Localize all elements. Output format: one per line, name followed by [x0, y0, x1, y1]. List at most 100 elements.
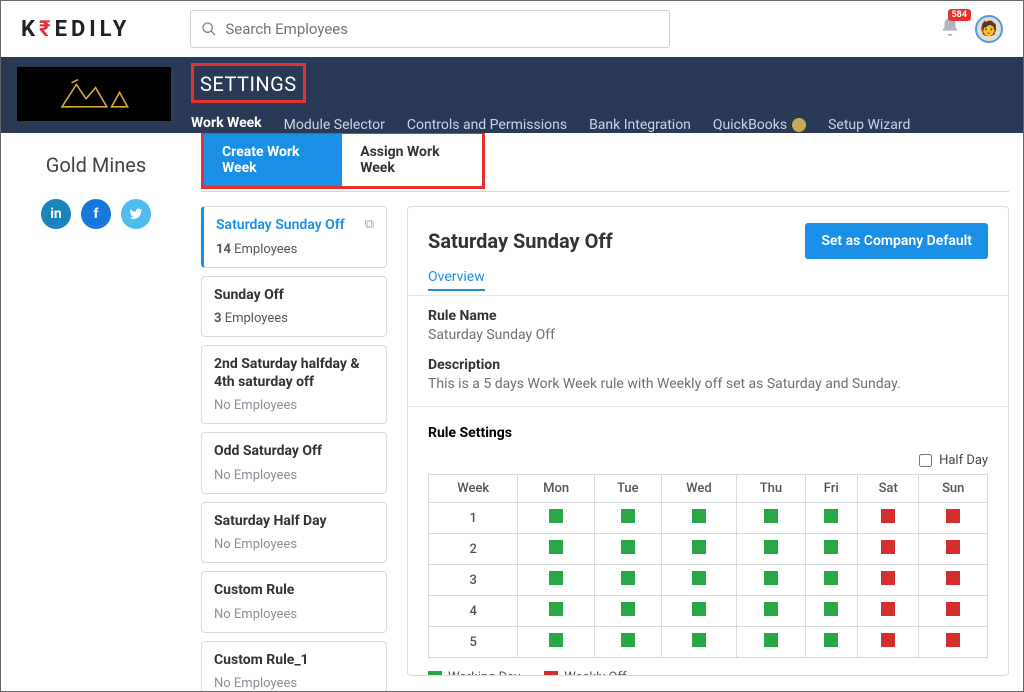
- day-cell[interactable]: [919, 627, 988, 658]
- day-status-icon: [549, 509, 563, 523]
- day-status-icon: [881, 571, 895, 585]
- day-cell[interactable]: [661, 565, 736, 596]
- week-header: Tue: [594, 475, 661, 503]
- rule-card-meta: No Employees: [214, 537, 374, 552]
- overview-tab[interactable]: Overview: [428, 269, 485, 291]
- day-cell[interactable]: [857, 596, 919, 627]
- day-status-icon: [692, 633, 706, 647]
- week-grid: WeekMonTueWedThuFriSatSun 12345: [428, 474, 988, 658]
- day-cell[interactable]: [661, 627, 736, 658]
- rule-card-meta: No Employees: [214, 676, 374, 691]
- day-cell[interactable]: [805, 534, 857, 565]
- rule-card[interactable]: Odd Saturday OffNo Employees: [201, 432, 387, 494]
- day-cell[interactable]: [594, 534, 661, 565]
- twitter-button[interactable]: [121, 199, 151, 229]
- set-company-default-button[interactable]: Set as Company Default: [805, 223, 988, 259]
- day-cell[interactable]: [594, 503, 661, 534]
- day-status-icon: [764, 540, 778, 554]
- rule-card-meta: 14 Employees: [216, 242, 374, 257]
- day-cell[interactable]: [737, 596, 806, 627]
- day-cell[interactable]: [919, 565, 988, 596]
- day-cell[interactable]: [737, 534, 806, 565]
- notifications-button[interactable]: 584: [939, 16, 961, 42]
- day-cell[interactable]: [737, 503, 806, 534]
- day-cell[interactable]: [594, 627, 661, 658]
- day-status-icon: [764, 509, 778, 523]
- day-cell[interactable]: [518, 534, 594, 565]
- create-work-week-tab[interactable]: Create Work Week: [204, 134, 342, 186]
- day-cell[interactable]: [805, 565, 857, 596]
- day-cell[interactable]: [518, 596, 594, 627]
- rule-card[interactable]: Custom Rule_1No Employees: [201, 641, 387, 692]
- day-status-icon: [824, 571, 838, 585]
- rule-card-title: Saturday Half Day: [214, 513, 374, 531]
- day-status-icon: [946, 633, 960, 647]
- day-cell[interactable]: [594, 596, 661, 627]
- day-cell[interactable]: [737, 565, 806, 596]
- day-cell[interactable]: [661, 596, 736, 627]
- day-cell[interactable]: [857, 534, 919, 565]
- description-label: Description: [428, 357, 988, 373]
- week-header: Sun: [919, 475, 988, 503]
- day-status-icon: [946, 509, 960, 523]
- user-avatar[interactable]: 🧑: [975, 15, 1003, 43]
- day-cell[interactable]: [594, 565, 661, 596]
- day-cell[interactable]: [805, 503, 857, 534]
- rule-card[interactable]: Sunday Off3 Employees: [201, 276, 387, 338]
- nav-tab-quickbooks[interactable]: QuickBooks: [713, 109, 806, 141]
- twitter-icon: [129, 207, 143, 221]
- half-day-label: Half Day: [939, 453, 988, 468]
- rule-card[interactable]: Saturday Half Day No Employees: [201, 502, 387, 564]
- week-row: 3: [429, 565, 988, 596]
- day-status-icon: [881, 509, 895, 523]
- day-status-icon: [621, 571, 635, 585]
- day-cell[interactable]: [805, 596, 857, 627]
- day-status-icon: [824, 540, 838, 554]
- week-header: Mon: [518, 475, 594, 503]
- day-cell[interactable]: [919, 534, 988, 565]
- day-cell[interactable]: [661, 534, 736, 565]
- rule-card-title: Sunday Off: [214, 287, 374, 305]
- nav-tab-setup-wizard[interactable]: Setup Wizard: [828, 109, 910, 141]
- rule-card[interactable]: Custom RuleNo Employees: [201, 571, 387, 633]
- day-cell[interactable]: [518, 503, 594, 534]
- rule-card-meta: No Employees: [214, 398, 374, 413]
- rule-card-meta: No Employees: [214, 607, 374, 622]
- day-status-icon: [824, 602, 838, 616]
- assign-work-week-tab[interactable]: Assign Work Week: [342, 134, 482, 186]
- facebook-button[interactable]: f: [81, 199, 111, 229]
- app-logo: K₹EDILY: [21, 17, 130, 42]
- day-status-icon: [549, 571, 563, 585]
- copy-icon[interactable]: ⧉: [365, 217, 374, 232]
- day-cell[interactable]: [805, 627, 857, 658]
- nav-tab-bank-integration[interactable]: Bank Integration: [589, 109, 691, 141]
- rule-card-meta: No Employees: [214, 468, 374, 483]
- day-cell[interactable]: [518, 627, 594, 658]
- linkedin-button[interactable]: in: [41, 199, 71, 229]
- day-cell[interactable]: [919, 503, 988, 534]
- working-day-swatch: [428, 671, 442, 676]
- rule-card[interactable]: 2nd Saturday halfday & 4th saturday offN…: [201, 345, 387, 424]
- day-status-icon: [621, 633, 635, 647]
- search-icon: [201, 21, 217, 37]
- search-box[interactable]: [190, 10, 670, 48]
- week-row: 1: [429, 503, 988, 534]
- rule-list: ⧉Saturday Sunday Off14 Employees Sunday O…: [201, 206, 387, 691]
- day-cell[interactable]: [661, 503, 736, 534]
- day-cell[interactable]: [518, 565, 594, 596]
- day-cell[interactable]: [857, 503, 919, 534]
- half-day-checkbox[interactable]: [919, 454, 932, 467]
- day-cell[interactable]: [737, 627, 806, 658]
- rule-name-label: Rule Name: [428, 308, 988, 324]
- day-cell[interactable]: [857, 565, 919, 596]
- week-header: Wed: [661, 475, 736, 503]
- legend-weekly-off: Weekly Off: [564, 670, 626, 676]
- day-cell[interactable]: [919, 596, 988, 627]
- rule-settings-label: Rule Settings: [428, 425, 988, 441]
- day-status-icon: [764, 633, 778, 647]
- search-input[interactable]: [225, 20, 659, 38]
- rule-card[interactable]: ⧉Saturday Sunday Off14 Employees: [201, 206, 387, 268]
- day-cell[interactable]: [857, 627, 919, 658]
- day-status-icon: [549, 633, 563, 647]
- nav-strip: SETTINGS Work WeekModule SelectorControl…: [1, 57, 1023, 133]
